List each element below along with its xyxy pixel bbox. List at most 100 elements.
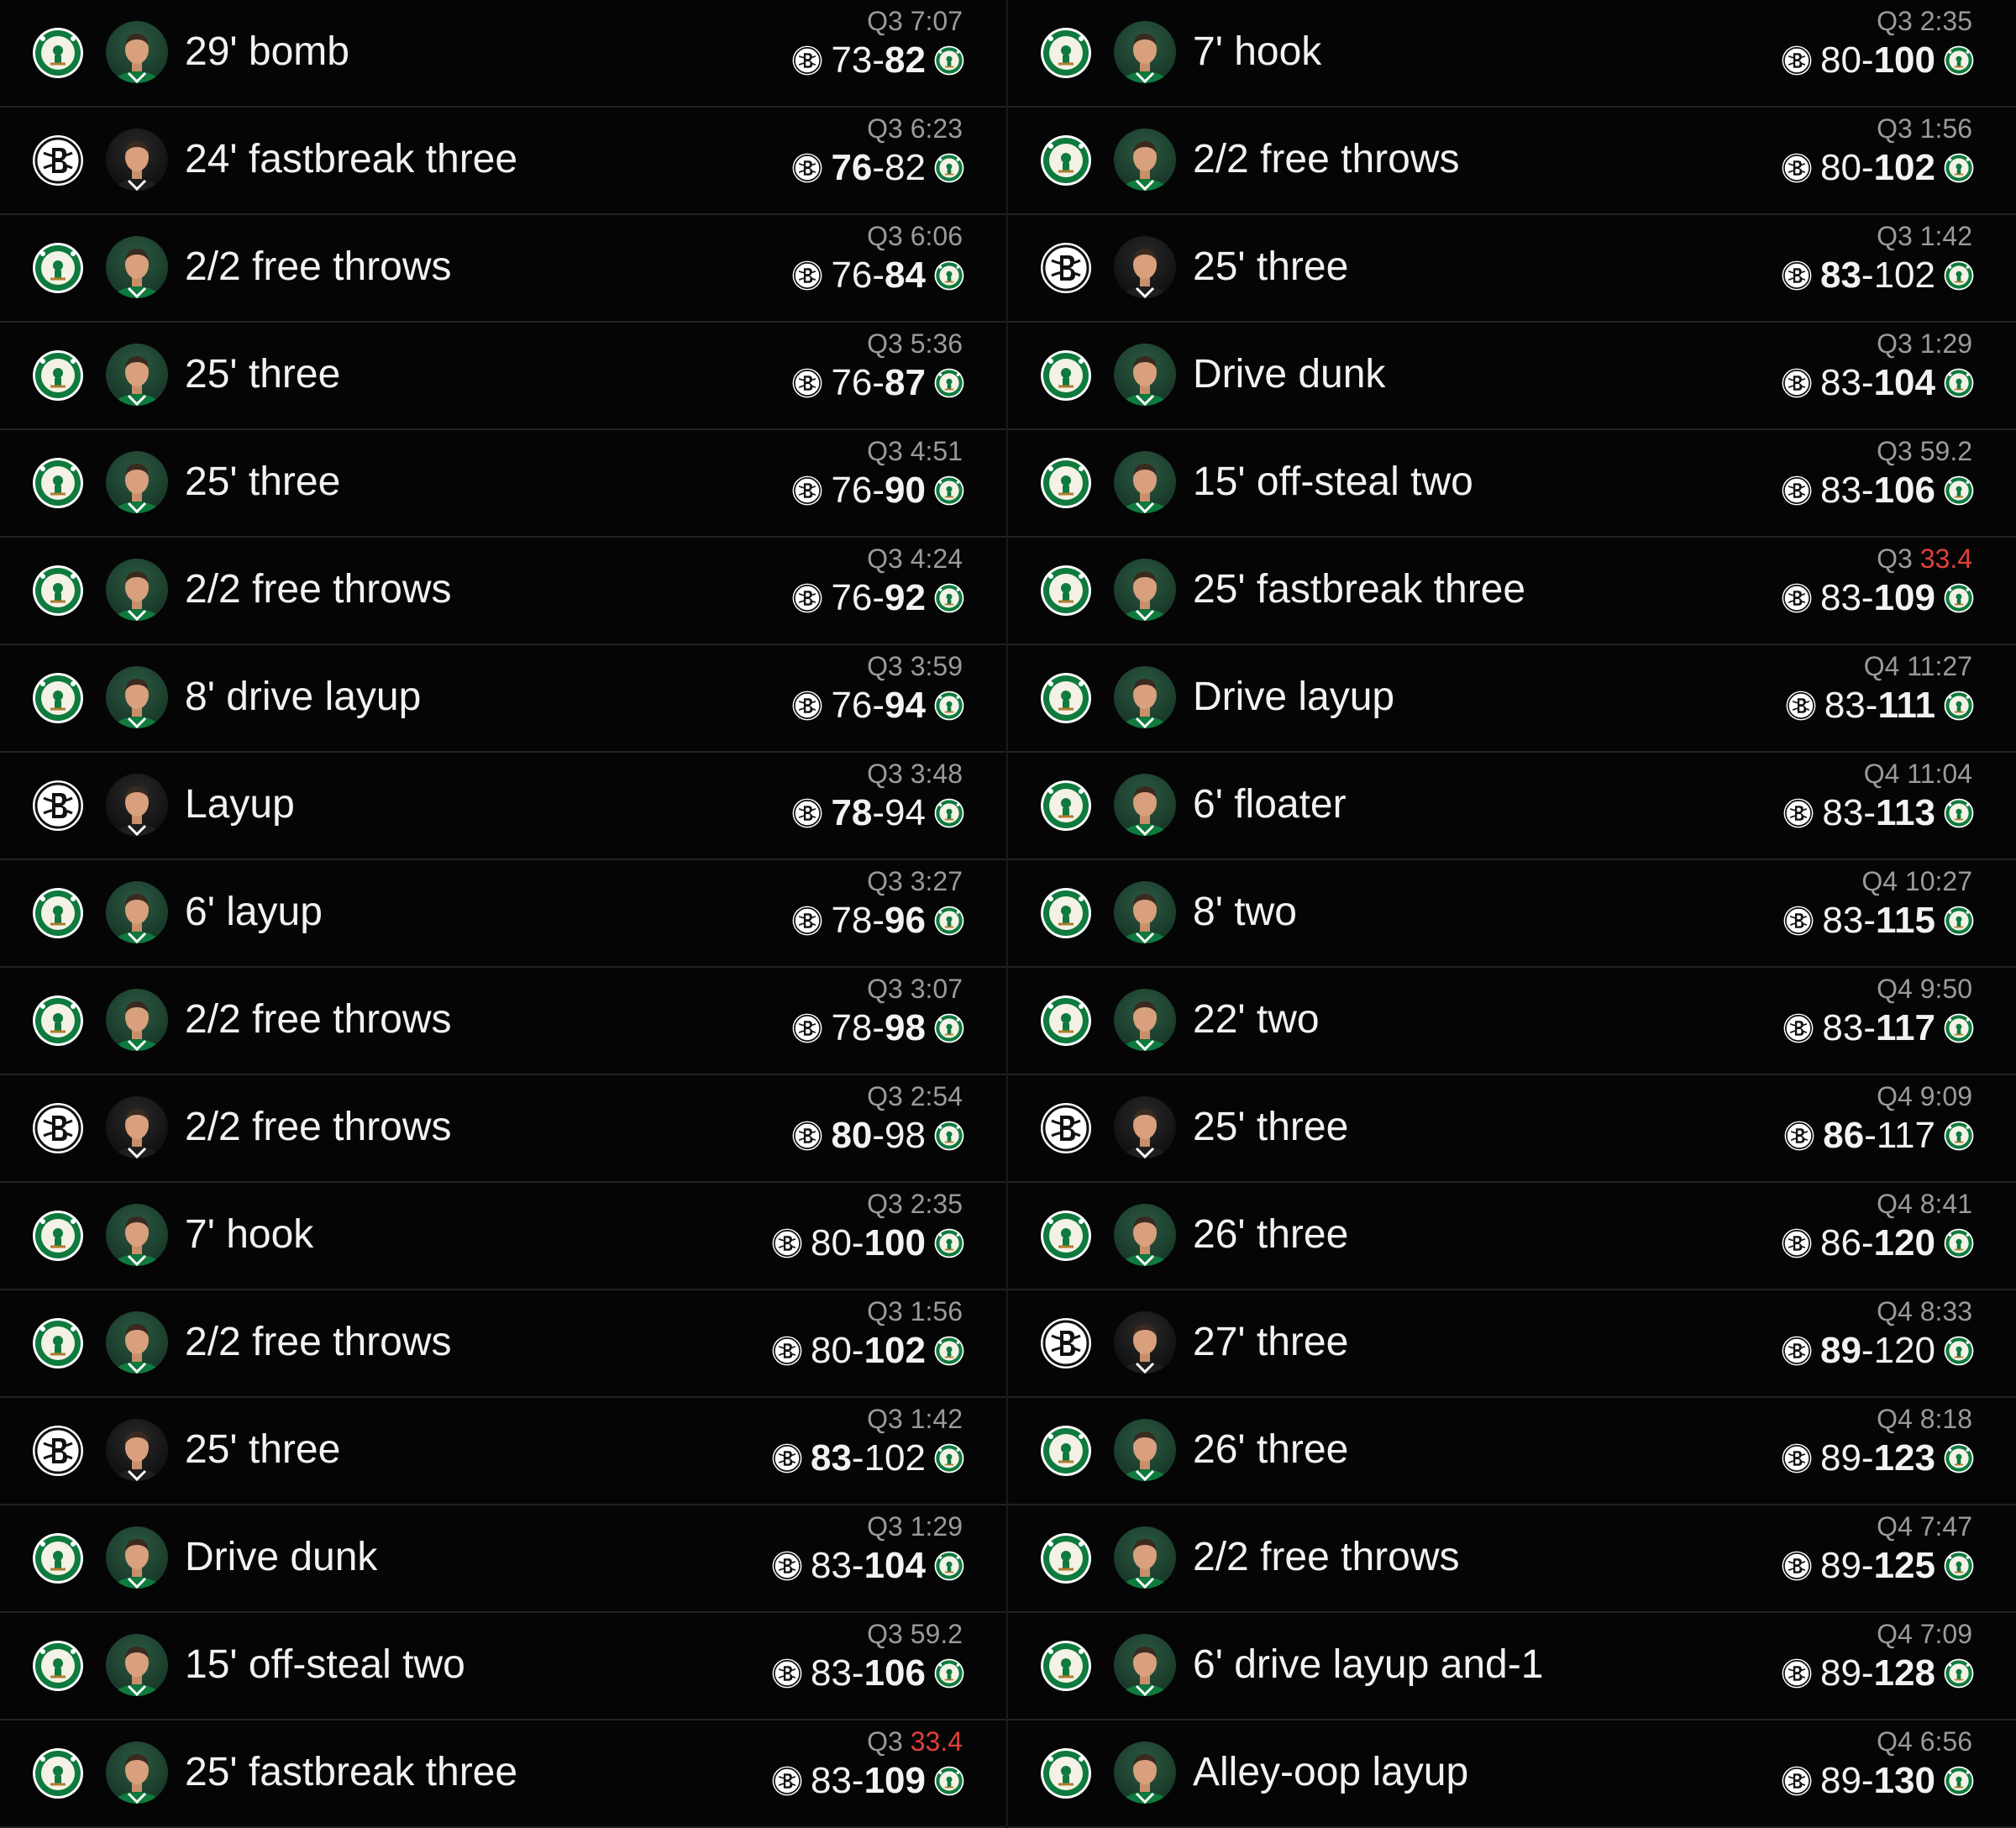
play-row[interactable]: 27' three Q4 8:33 89-120 — [1008, 1290, 2016, 1398]
player-headshot-icon — [106, 129, 168, 191]
play-row[interactable]: 25' fastbreak three Q3 33.4 83-109 — [0, 1720, 1006, 1828]
home-score: 84 — [885, 255, 926, 296]
clock-value: 1:29 — [910, 1511, 963, 1542]
nets-logo-icon — [792, 1121, 822, 1151]
player-headshot-icon — [106, 451, 168, 513]
play-row[interactable]: Alley-oop layup Q4 6:56 89-130 — [1008, 1720, 2016, 1828]
play-row[interactable]: 6' layup Q3 3:27 78-96 — [0, 860, 1006, 968]
play-row[interactable]: 6' drive layup and-1 Q4 7:09 89-128 — [1008, 1613, 2016, 1720]
game-clock: Q3 1:42 — [1877, 220, 1972, 252]
away-score: 83 — [810, 1652, 852, 1694]
celtics-logo-icon — [934, 368, 964, 398]
quarter-label: Q3 — [867, 1081, 903, 1111]
play-row[interactable]: 2/2 free throws Q3 1:56 80-102 — [0, 1290, 1006, 1398]
play-row[interactable]: Drive dunk Q3 1:29 83-104 — [1008, 323, 2016, 430]
game-clock: Q3 3:07 — [867, 973, 963, 1005]
play-row[interactable]: 8' drive layup Q3 3:59 76-94 — [0, 645, 1006, 753]
away-score: 73 — [831, 39, 873, 81]
game-clock: Q4 10:27 — [1861, 865, 1972, 897]
celtics-logo-icon — [934, 1121, 964, 1151]
game-clock: Q4 9:09 — [1877, 1080, 1972, 1112]
play-row[interactable]: 7' hook Q3 2:35 80-100 — [1008, 0, 2016, 108]
play-row[interactable]: Layup Q3 3:48 78-94 — [0, 753, 1006, 860]
nets-logo-icon — [792, 260, 822, 291]
away-score: 83 — [810, 1437, 852, 1479]
play-description: 8' two — [1193, 890, 1297, 934]
play-row[interactable]: 2/2 free throws Q3 6:06 76-84 — [0, 215, 1006, 323]
player-headshot-icon — [106, 989, 168, 1051]
nets-logo-icon — [792, 691, 822, 721]
play-row[interactable]: 8' two Q4 10:27 83-115 — [1008, 860, 2016, 968]
play-row[interactable]: 2/2 free throws Q3 2:54 80-98 — [0, 1075, 1006, 1183]
game-clock: Q4 8:33 — [1877, 1295, 1972, 1327]
player-headshot-icon — [1114, 1096, 1176, 1158]
play-by-play-feed: 29' bomb Q3 7:07 73-82 24' fastbreak thr… — [0, 0, 2016, 1828]
away-score: 76 — [831, 685, 873, 726]
clock-value: 7:07 — [910, 6, 963, 36]
play-list-left[interactable]: 29' bomb Q3 7:07 73-82 24' fastbreak thr… — [0, 0, 1006, 1828]
play-row[interactable]: 26' three Q4 8:18 89-123 — [1008, 1398, 2016, 1505]
play-row[interactable]: 29' bomb Q3 7:07 73-82 — [0, 0, 1006, 108]
play-row[interactable]: 25' fastbreak three Q3 33.4 83-109 — [1008, 538, 2016, 645]
play-row[interactable]: 2/2 free throws Q4 7:47 89-125 — [1008, 1505, 2016, 1613]
quarter-label: Q3 — [867, 1726, 903, 1757]
play-row[interactable]: 26' three Q4 8:41 86-120 — [1008, 1183, 2016, 1290]
clock-value: 9:09 — [1919, 1081, 1972, 1111]
player-headshot-icon — [106, 1311, 168, 1374]
play-row[interactable]: 22' two Q4 9:50 83-117 — [1008, 968, 2016, 1075]
nets-logo-icon — [772, 1336, 802, 1366]
away-score: 76 — [831, 362, 873, 403]
play-row[interactable]: 2/2 free throws Q3 3:07 78-98 — [0, 968, 1006, 1075]
celtics-logo-icon — [934, 906, 964, 936]
game-clock: Q3 7:07 — [867, 5, 963, 37]
play-row[interactable]: Drive layup Q4 11:27 83-111 — [1008, 645, 2016, 753]
play-row[interactable]: 7' hook Q3 2:35 80-100 — [0, 1183, 1006, 1290]
nets-logo-icon — [1782, 1766, 1812, 1796]
quarter-label: Q3 — [867, 1404, 903, 1434]
play-row[interactable]: Drive dunk Q3 1:29 83-104 — [0, 1505, 1006, 1613]
score-line: 78-98 — [792, 1006, 964, 1050]
play-row[interactable]: 2/2 free throws Q3 4:24 76-92 — [0, 538, 1006, 645]
away-score: 83 — [1824, 685, 1866, 726]
home-score: 130 — [1873, 1760, 1935, 1801]
away-score: 83 — [1819, 255, 1861, 296]
play-row[interactable]: 2/2 free throws Q3 1:56 80-102 — [1008, 108, 2016, 215]
home-score: 102 — [864, 1437, 926, 1479]
nets-logo-icon — [792, 583, 822, 613]
celtics-logo-icon — [1040, 995, 1092, 1047]
quarter-label: Q3 — [1877, 113, 1913, 144]
play-row[interactable]: 25' three Q3 5:36 76-87 — [0, 323, 1006, 430]
celtics-logo-icon — [1040, 1640, 1092, 1692]
home-score: 100 — [864, 1222, 926, 1263]
play-row[interactable]: 25' three Q4 9:09 86-117 — [1008, 1075, 2016, 1183]
play-description: 25' fastbreak three — [1193, 567, 1526, 612]
celtics-logo-icon — [32, 1640, 84, 1692]
score-line: 83-111 — [1786, 684, 1974, 728]
play-row[interactable]: 24' fastbreak three Q3 6:23 76-82 — [0, 108, 1006, 215]
celtics-logo-icon — [1040, 349, 1092, 402]
clock-value: 59.2 — [910, 1619, 963, 1649]
play-row[interactable]: 25' three Q3 1:42 83-102 — [0, 1398, 1006, 1505]
play-row[interactable]: 15' off-steal two Q3 59.2 83-106 — [1008, 430, 2016, 538]
player-headshot-icon — [106, 666, 168, 728]
player-headshot-icon — [1114, 881, 1176, 943]
away-score: 76 — [831, 470, 873, 511]
play-list-right[interactable]: 7' hook Q3 2:35 80-100 2/2 free throws Q… — [1008, 0, 2016, 1828]
play-row[interactable]: 25' three Q3 1:42 83-102 — [1008, 215, 2016, 323]
player-headshot-icon — [106, 1741, 168, 1804]
play-description: 2/2 free throws — [1193, 1535, 1460, 1579]
play-row[interactable]: 15' off-steal two Q3 59.2 83-106 — [0, 1613, 1006, 1720]
game-clock: Q3 33.4 — [867, 1726, 963, 1757]
play-row[interactable]: 6' floater Q4 11:04 83-113 — [1008, 753, 2016, 860]
score-line: 80-102 — [1782, 146, 1974, 190]
play-row[interactable]: 25' three Q3 4:51 76-90 — [0, 430, 1006, 538]
score-line: 76-90 — [792, 469, 964, 512]
clock-value: 6:23 — [910, 113, 963, 144]
score-line: 89-128 — [1782, 1652, 1974, 1695]
home-score: 128 — [1873, 1652, 1935, 1694]
score-line: 83-106 — [772, 1652, 964, 1695]
player-headshot-icon — [1114, 1204, 1176, 1266]
player-headshot-icon — [106, 344, 168, 406]
celtics-logo-icon — [1944, 153, 1974, 183]
celtics-logo-icon — [1040, 887, 1092, 939]
